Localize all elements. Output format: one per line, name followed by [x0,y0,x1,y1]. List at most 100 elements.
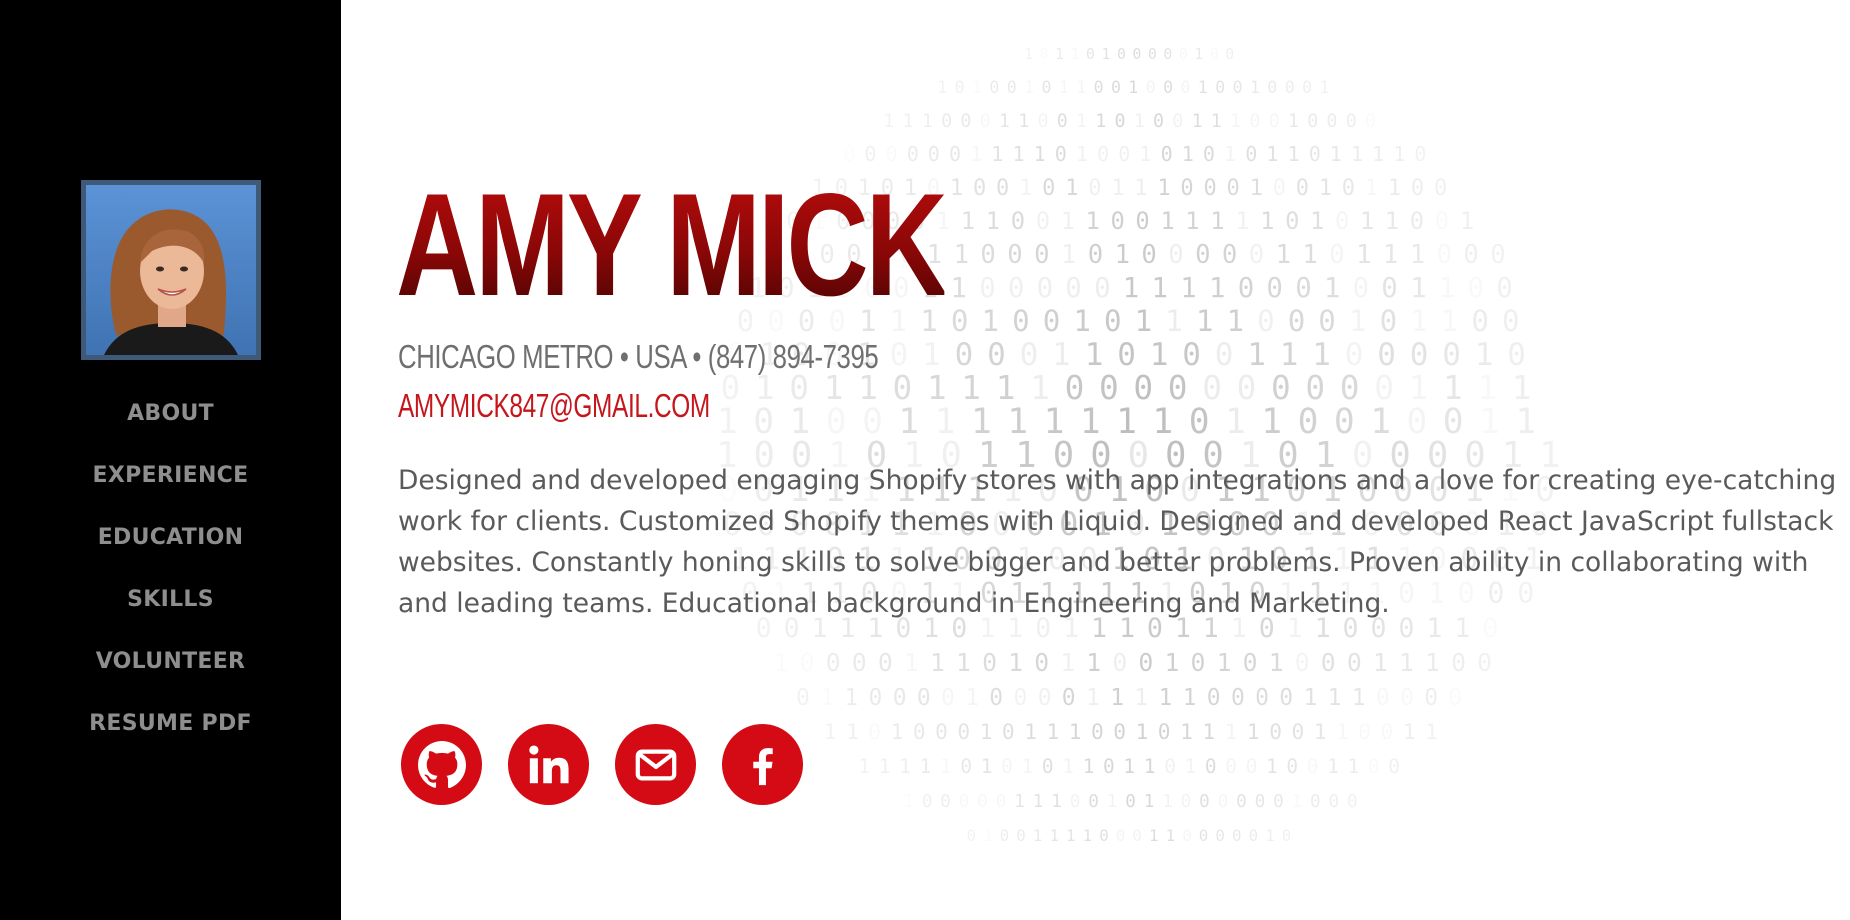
facebook-link[interactable] [722,724,803,805]
svg-text:0: 0 [1295,648,1310,677]
svg-text:0: 0 [1097,142,1109,166]
svg-text:1: 1 [1425,648,1440,677]
svg-text:1: 1 [1348,755,1360,778]
nav-item-education[interactable]: EDUCATION [0,519,341,581]
email-link[interactable]: AMYMICK847@GMAIL.COM [398,387,710,425]
svg-text:1: 1 [1475,337,1494,373]
svg-text:1: 1 [1144,755,1156,778]
github-link[interactable] [401,724,482,805]
svg-text:0: 0 [940,792,951,812]
svg-text:1: 1 [1211,111,1222,132]
svg-text:1: 1 [1266,142,1278,166]
svg-text:1: 1 [1128,78,1138,97]
nav-item-about[interactable]: ABOUT [0,395,341,457]
svg-text:1: 1 [1123,273,1140,304]
svg-text:1: 1 [1165,648,1180,677]
nav-item-resume-pdf[interactable]: RESUME PDF [0,705,341,767]
svg-text:1: 1 [1061,240,1076,270]
svg-text:0: 0 [1001,755,1013,778]
svg-text:0: 0 [1243,648,1258,677]
svg-text:0: 0 [1335,207,1349,235]
svg-text:1: 1 [1022,755,1034,778]
svg-text:0: 0 [1148,46,1157,63]
svg-text:0: 0 [1055,142,1067,166]
svg-text:1: 1 [1280,337,1299,373]
svg-text:1: 1 [1403,719,1416,744]
svg-text:1: 1 [1327,755,1339,778]
svg-text:1: 1 [1134,176,1147,201]
svg-text:1: 1 [1073,304,1091,338]
sidebar: ABOUT EXPERIENCE EDUCATION SKILLS VOLUNT… [0,0,341,920]
nav-item-volunteer[interactable]: VOLUNTEER [0,643,341,705]
svg-text:1: 1 [991,142,1003,166]
svg-text:0: 0 [935,719,948,744]
svg-text:1: 1 [1013,142,1025,166]
svg-text:0: 0 [1471,304,1489,338]
svg-text:1: 1 [899,755,911,778]
svg-text:0: 0 [1496,273,1513,304]
svg-text:1: 1 [1250,176,1263,201]
svg-text:0: 0 [1295,273,1312,304]
svg-text:0: 0 [826,648,841,677]
svg-text:0: 0 [1043,304,1061,338]
svg-text:0: 0 [1279,685,1293,711]
svg-text:1: 1 [1202,719,1215,744]
svg-text:1: 1 [1330,142,1342,166]
svg-text:0: 0 [893,685,907,711]
svg-text:1: 1 [1019,176,1032,201]
svg-text:0: 0 [1257,304,1275,338]
nav-item-experience[interactable]: EXPERIENCE [0,457,341,519]
svg-text:1: 1 [1034,142,1046,166]
svg-text:1: 1 [1385,207,1399,235]
svg-text:0: 0 [1042,176,1055,201]
svg-text:0: 0 [1203,142,1215,166]
svg-text:0: 0 [996,792,1007,812]
svg-text:0: 0 [1116,826,1126,845]
svg-text:0: 0 [1042,755,1054,778]
svg-text:0: 0 [1199,826,1209,845]
svg-text:0: 0 [1146,78,1156,97]
svg-text:1: 1 [1460,207,1474,235]
svg-text:0: 0 [1014,685,1028,711]
svg-text:1: 1 [1107,792,1118,812]
svg-text:0: 0 [955,337,974,373]
nav-item-skills[interactable]: SKILLS [0,581,341,643]
svg-text:0: 0 [1088,240,1103,270]
linkedin-link[interactable] [508,724,589,805]
svg-text:1: 1 [883,111,894,132]
svg-text:1: 1 [1425,719,1438,744]
svg-text:1: 1 [1144,792,1155,812]
svg-text:1: 1 [824,719,837,744]
svg-text:1: 1 [1055,46,1064,63]
svg-text:0: 0 [951,304,969,338]
svg-text:0: 0 [1288,304,1306,338]
svg-text:1: 1 [844,685,858,711]
svg-text:1: 1 [981,755,993,778]
svg-text:1: 1 [1152,273,1169,304]
svg-text:0: 0 [917,685,931,711]
svg-text:0: 0 [1451,648,1466,677]
svg-text:1: 1 [904,648,919,677]
email-contact-link[interactable] [615,724,696,805]
svg-text:1: 1 [1018,111,1029,132]
svg-text:0: 0 [1111,207,1125,235]
svg-text:0: 0 [1468,273,1485,304]
svg-text:0: 0 [1329,240,1344,270]
svg-text:0: 0 [989,78,999,97]
svg-text:0: 0 [1094,273,1111,304]
svg-text:0: 0 [878,648,893,677]
svg-text:0: 0 [977,792,988,812]
svg-text:1: 1 [1260,207,1274,235]
svg-text:0: 0 [1007,240,1022,270]
svg-text:1: 1 [1276,240,1291,270]
svg-text:1: 1 [1157,176,1170,201]
svg-text:1: 1 [903,792,914,812]
svg-text:0: 0 [960,111,971,132]
svg-text:1: 1 [1060,648,1075,677]
svg-text:0: 0 [1286,755,1298,778]
svg-text:1: 1 [1410,273,1427,304]
svg-text:1: 1 [1250,78,1260,97]
svg-text:0: 0 [1057,111,1068,132]
svg-text:1: 1 [1185,207,1199,235]
svg-text:1: 1 [1008,648,1023,677]
